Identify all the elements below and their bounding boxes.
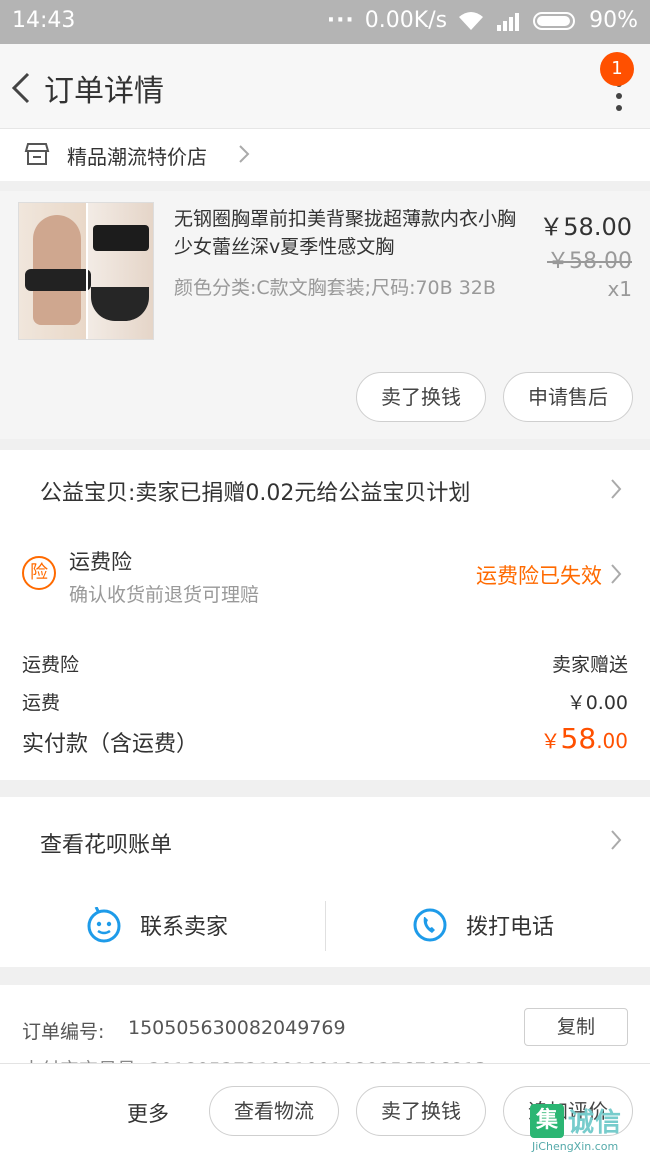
page-title: 订单详情 (44, 74, 164, 109)
huabei-bill-link[interactable]: 查看花呗账单 (40, 827, 172, 859)
huabei-contact-section: 查看花呗账单 联系卖家 拨打电话 (0, 797, 650, 967)
chevron-right-icon (239, 145, 250, 163)
battery-icon (533, 11, 576, 30)
status-time: 14:43 (12, 8, 76, 33)
chevron-right-icon (611, 564, 622, 584)
paid-integer: 58 (560, 722, 597, 755)
paid-amount-value: ￥58.00 (541, 722, 628, 755)
paid-amount-label: 实付款（含运费） (22, 732, 199, 757)
view-logistics-button[interactable]: 查看物流 (209, 1086, 339, 1136)
paid-decimal: .00 (596, 729, 628, 753)
insurance-icon: 险 (22, 556, 56, 590)
shop-name: 精品潮流特价店 (67, 145, 207, 169)
app-header: 订单详情 1 (0, 44, 650, 129)
order-number-label: 订单编号: (22, 1021, 105, 1043)
chevron-right-icon (611, 830, 622, 850)
watermark-sub: JiChengXin.com (532, 1140, 619, 1153)
copy-button[interactable]: 复制 (524, 1008, 628, 1046)
status-right: ··· 0.00K/s 90% (327, 8, 638, 33)
phone-icon (413, 908, 447, 942)
product-sku: 颜色分类:C款文胸套装;尺码:70B 32B (174, 277, 496, 299)
status-bar: 14:43 ··· 0.00K/s 90% (0, 0, 650, 44)
signal-icon (497, 12, 520, 31)
insurance-status[interactable]: 运费险已失效 (476, 560, 602, 590)
message-badge: 1 (600, 52, 634, 86)
insurance-title: 运费险 (69, 550, 132, 574)
contact-row: 联系卖家 拨打电话 (0, 897, 650, 953)
shop-row[interactable]: 精品潮流特价店 (0, 129, 650, 181)
order-summary-section: 公益宝贝:卖家已捐赠0.02元给公益宝贝计划 险 运费险 确认收货前退货可理赔 … (0, 450, 650, 780)
request-after-sales-button[interactable]: 申请售后 (503, 372, 633, 422)
order-info-section: 订单编号: 150505630082049769 复制 支付宝交易号: 2018… (0, 985, 650, 1081)
shipping-insurance-value: 卖家赠送 (551, 654, 628, 676)
shipping-fee-value: ￥0.00 (566, 692, 628, 714)
product-original-price: ￥58.00 (547, 249, 632, 274)
sell-for-cash-button[interactable]: 卖了换钱 (356, 372, 486, 422)
site-watermark: 集 诚信 JiChengXin.com (530, 1100, 648, 1155)
chevron-right-icon (611, 479, 622, 499)
contact-seller-label: 联系卖家 (140, 915, 229, 940)
product-price: ￥58.00 (539, 213, 632, 241)
back-arrow-icon[interactable] (8, 68, 34, 108)
insurance-subtitle: 确认收货前退货可理赔 (69, 584, 260, 606)
charity-notice[interactable]: 公益宝贝:卖家已捐赠0.02元给公益宝贝计划 (40, 475, 470, 507)
shipping-fee-label: 运费 (22, 692, 61, 714)
product-card[interactable]: 无钢圈胸罩前扣美背聚拢超薄款内衣小胸少女蕾丝深v夏季性感文胸 颜色分类:C款文胸… (0, 191, 650, 439)
call-phone-label: 拨打电话 (466, 915, 555, 940)
watermark-logo: 集 (530, 1104, 564, 1138)
net-speed: 0.00K/s (364, 8, 448, 33)
order-number-value: 150505630082049769 (128, 1017, 346, 1039)
paid-currency: ￥ (540, 729, 561, 753)
product-quantity: x1 (607, 277, 632, 301)
chat-face-icon (87, 907, 121, 943)
order-detail-page: 14:43 ··· 0.00K/s 90% 订单详情 1 精品潮流特价店 无钢圈… (0, 0, 650, 1155)
sell-for-cash-bottom-button[interactable]: 卖了换钱 (356, 1086, 486, 1136)
battery-level: 90% (589, 8, 638, 33)
wifi-icon (459, 11, 484, 30)
call-phone-button[interactable]: 拨打电话 (412, 897, 554, 953)
watermark-text: 诚信 (568, 1108, 623, 1138)
shipping-insurance-label: 运费险 (22, 654, 80, 676)
product-thumbnail[interactable] (18, 202, 154, 340)
divider (325, 901, 326, 951)
contact-seller-button[interactable]: 联系卖家 (86, 897, 228, 953)
more-button[interactable]: 更多 (127, 1098, 169, 1128)
shop-icon (24, 143, 50, 165)
product-title[interactable]: 无钢圈胸罩前扣美背聚拢超薄款内衣小胸少女蕾丝深v夏季性感文胸 (174, 205, 530, 261)
notification-dots-icon: ··· (326, 8, 355, 33)
